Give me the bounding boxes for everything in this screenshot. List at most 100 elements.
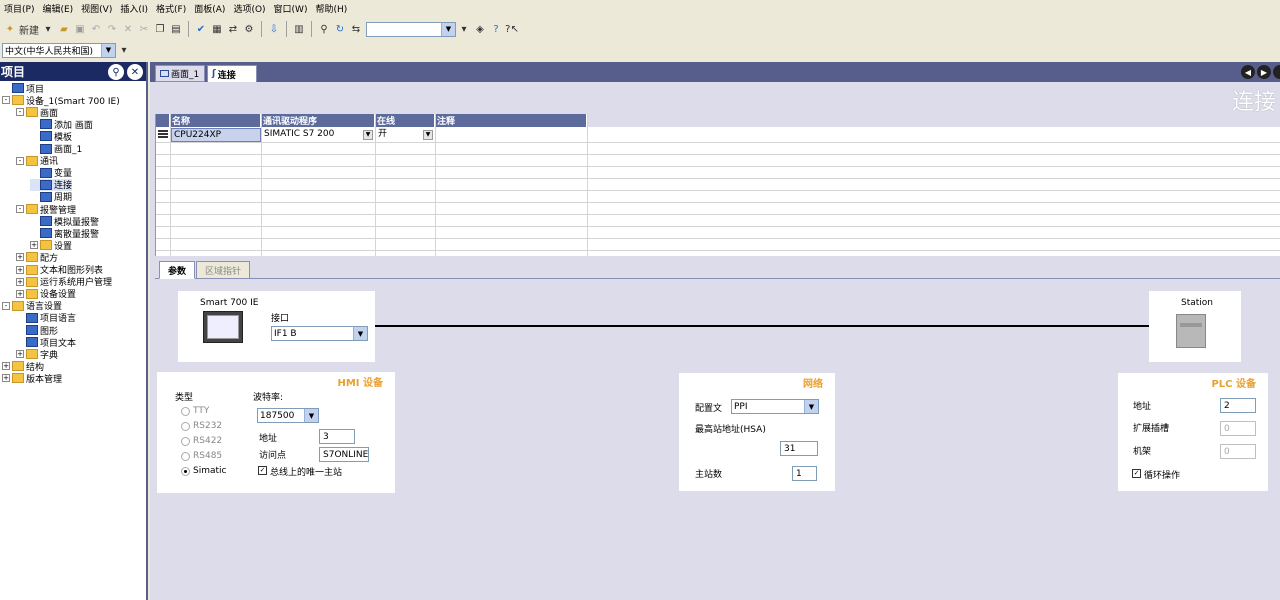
tree-item[interactable]: + 设备设置: [16, 288, 76, 300]
layout-icon[interactable]: ▥: [292, 20, 306, 38]
transfer-icon[interactable]: ⇄: [226, 20, 240, 38]
collapse-icon[interactable]: -: [16, 156, 24, 165]
header-comment[interactable]: 注释: [435, 114, 587, 127]
collapse-icon[interactable]: -: [2, 96, 10, 105]
close-icon[interactable]: ✕: [127, 64, 143, 80]
simulate-icon[interactable]: ⚙: [242, 20, 256, 38]
expand-icon[interactable]: +: [2, 374, 10, 383]
expand-icon[interactable]: +: [16, 277, 24, 286]
tree-item[interactable]: 添加 画面: [30, 118, 93, 131]
context-help-icon[interactable]: ?↖: [505, 20, 519, 38]
radio-rs422[interactable]: [181, 437, 190, 446]
hmi-address-input[interactable]: 3: [319, 429, 355, 444]
tree-item[interactable]: - 语言设置: [2, 300, 62, 312]
replace-icon[interactable]: ⇆: [349, 20, 363, 38]
header-name[interactable]: 名称: [170, 114, 261, 127]
tree-item[interactable]: 离散量报警: [30, 227, 99, 240]
menu-help[interactable]: 帮助(H): [311, 2, 351, 15]
language-select[interactable]: 中文(中华人民共和国) ▼: [2, 42, 116, 58]
check-icon[interactable]: ✔: [194, 20, 208, 38]
expand-icon[interactable]: +: [2, 362, 10, 371]
tree-item[interactable]: - 设备_1(Smart 700 IE): [2, 94, 120, 107]
tree-item[interactable]: + 设置: [30, 239, 72, 252]
expand-icon[interactable]: +: [16, 350, 24, 359]
tree-item[interactable]: 周期: [30, 191, 72, 203]
copy-icon[interactable]: ❐: [153, 20, 167, 38]
binoculars-icon[interactable]: ⚲: [317, 20, 331, 38]
row-selector-icon[interactable]: [158, 130, 168, 138]
refresh-icon[interactable]: ↻: [333, 20, 347, 38]
collapse-icon[interactable]: -: [2, 301, 10, 310]
tree-item[interactable]: 画面_1: [30, 143, 82, 155]
dropdown-arrow-icon[interactable]: ▾: [117, 41, 131, 59]
rack-input[interactable]: 0: [1220, 444, 1256, 459]
paste-icon[interactable]: ▤: [169, 20, 183, 38]
expand-icon[interactable]: +: [16, 265, 24, 274]
radio-simatic[interactable]: [181, 467, 190, 476]
cyclic-operation-checkbox[interactable]: ✓: [1132, 469, 1141, 478]
tab-connections[interactable]: ʃ 连接: [207, 65, 257, 82]
nav-extra-icon[interactable]: [1273, 65, 1280, 79]
save-icon[interactable]: ▣: [73, 20, 87, 38]
radio-tty[interactable]: [181, 407, 190, 416]
tab-parameters[interactable]: 参数: [159, 261, 196, 279]
header-online[interactable]: 在线: [375, 114, 435, 127]
radio-rs232[interactable]: [181, 422, 190, 431]
masters-input[interactable]: 1: [792, 466, 817, 481]
diamond-icon[interactable]: ◈: [473, 20, 487, 38]
delete-icon[interactable]: ✕: [121, 20, 135, 38]
tree-item[interactable]: + 配方: [16, 251, 58, 264]
tree-item[interactable]: + 文本和图形列表: [16, 264, 103, 276]
tab-screen-1[interactable]: 画面_1: [155, 65, 205, 82]
dropdown-arrow-icon[interactable]: ▾: [457, 20, 471, 38]
tree-item[interactable]: 模拟量报警: [30, 215, 99, 228]
menu-options[interactable]: 选项(O): [229, 2, 269, 15]
only-master-checkbox[interactable]: ✓: [258, 466, 267, 475]
tree-item[interactable]: 变量: [30, 167, 72, 179]
cell-online[interactable]: 开 ▼: [376, 128, 434, 142]
undo-icon[interactable]: ↶: [89, 20, 103, 38]
tab-area-pointer[interactable]: 区域指针: [196, 261, 251, 279]
interface-select[interactable]: IF1 B ▼: [271, 326, 368, 341]
tree-item[interactable]: - 画面: [16, 106, 58, 119]
cell-driver[interactable]: SIMATIC S7 200 ▼: [262, 128, 374, 142]
tree-item[interactable]: 项目: [2, 82, 44, 95]
nav-right-icon[interactable]: ▶: [1257, 65, 1271, 79]
expand-icon[interactable]: +: [16, 289, 24, 298]
tree-item[interactable]: + 运行系统用户管理: [16, 276, 112, 288]
menu-window[interactable]: 窗口(W): [270, 2, 312, 15]
toolbar-combo[interactable]: ▼: [366, 21, 456, 37]
tree-item[interactable]: + 字典: [16, 348, 58, 361]
tree-item[interactable]: 模板: [30, 130, 72, 143]
tree-item[interactable]: - 报警管理: [16, 203, 76, 216]
tree-item[interactable]: 项目语言: [16, 312, 76, 324]
chevron-down-icon[interactable]: ▼: [363, 130, 373, 140]
tree-item[interactable]: + 结构: [2, 360, 44, 373]
expand-icon[interactable]: +: [16, 253, 24, 262]
access-point-input[interactable]: S7ONLINE: [319, 447, 369, 462]
profile-select[interactable]: PPI ▼: [731, 399, 819, 414]
plc-address-input[interactable]: 2: [1220, 398, 1256, 413]
expand-icon[interactable]: +: [30, 241, 38, 250]
collapse-icon[interactable]: -: [16, 108, 24, 117]
new-button[interactable]: 新建: [19, 20, 39, 38]
menu-view[interactable]: 视图(V): [77, 2, 116, 15]
menu-project[interactable]: 项目(P): [0, 2, 38, 15]
menu-panel[interactable]: 面板(A): [190, 2, 229, 15]
tree-item[interactable]: 项目文本: [16, 336, 76, 349]
compile-icon[interactable]: ▦: [210, 20, 224, 38]
cell-comment[interactable]: [436, 128, 586, 142]
pin-icon[interactable]: ⚲: [108, 64, 124, 80]
menu-format[interactable]: 格式(F): [152, 2, 190, 15]
menu-insert[interactable]: 插入(I): [116, 2, 152, 15]
menu-edit[interactable]: 编辑(E): [38, 2, 77, 15]
collapse-icon[interactable]: -: [16, 205, 24, 213]
dropdown-arrow-icon[interactable]: ▾: [41, 20, 55, 38]
tree-item[interactable]: + 版本管理: [2, 372, 62, 385]
expansion-slot-input[interactable]: 0: [1220, 421, 1256, 436]
tree-item[interactable]: - 通讯: [16, 155, 58, 167]
tree-item[interactable]: 连接: [30, 178, 73, 191]
new-icon[interactable]: ✦: [3, 20, 17, 38]
help-icon[interactable]: ?: [489, 20, 503, 38]
redo-icon[interactable]: ↷: [105, 20, 119, 38]
